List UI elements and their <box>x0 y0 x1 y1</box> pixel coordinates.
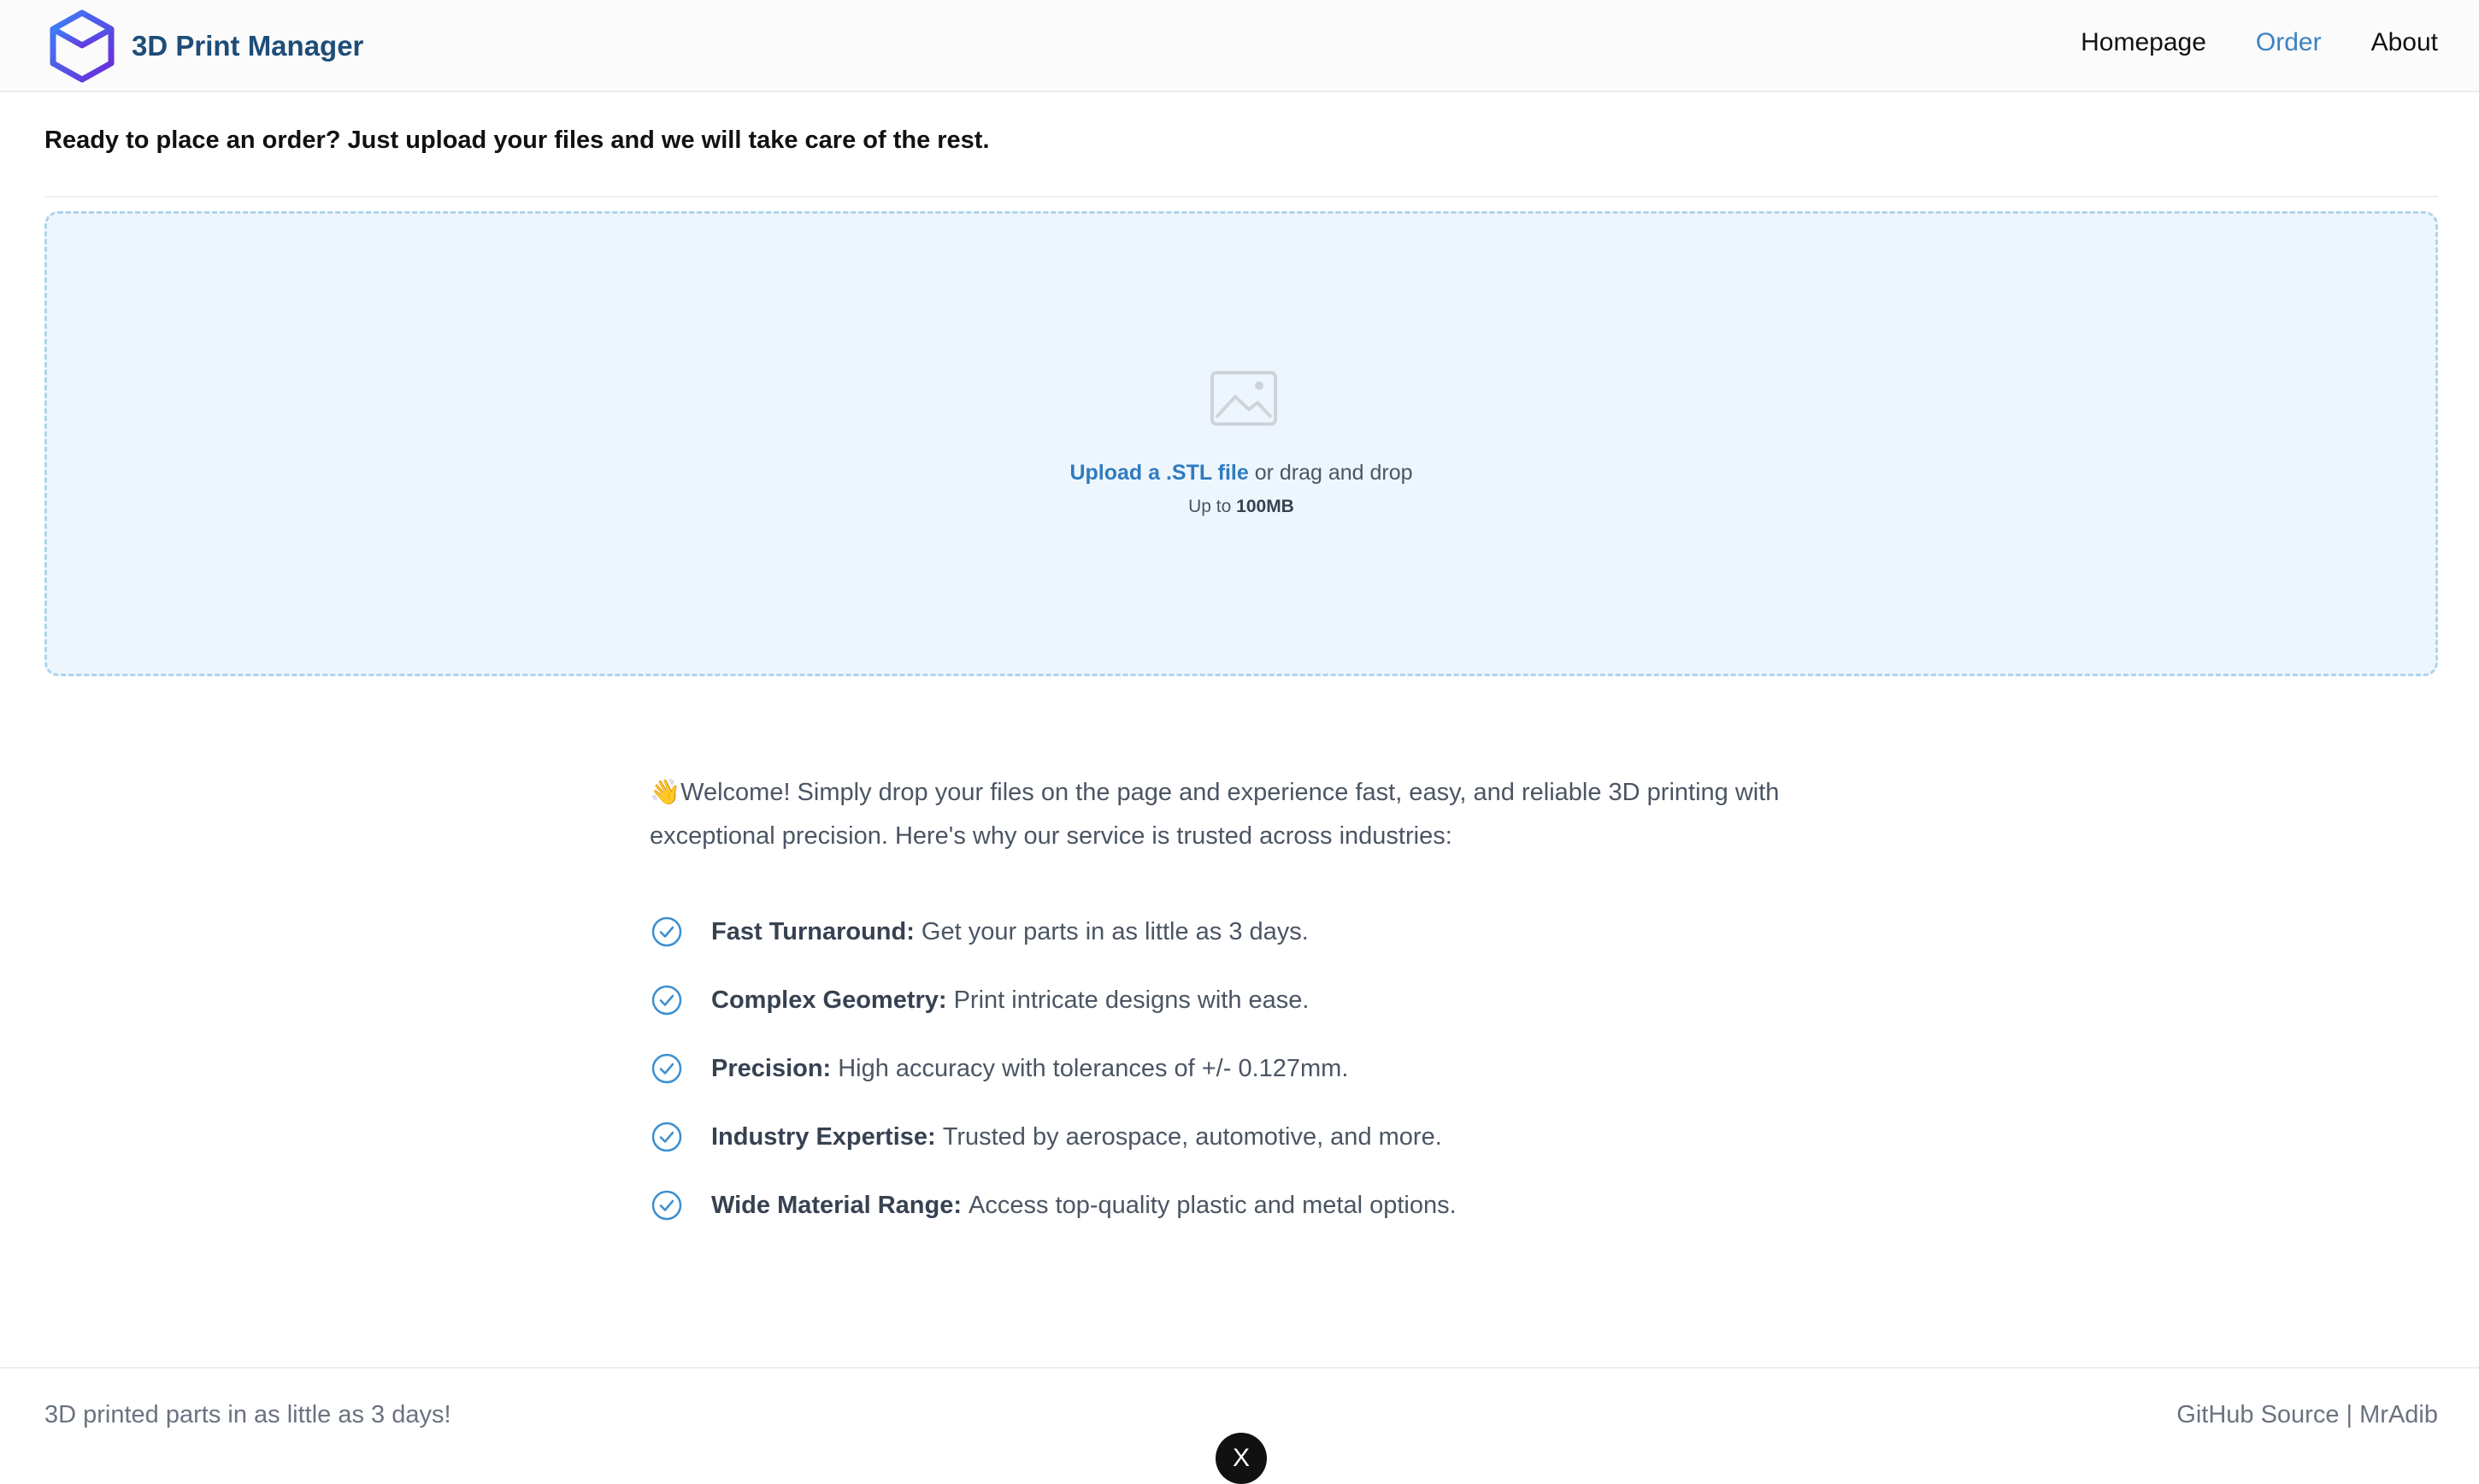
feature-title: Wide Material Range: <box>711 1191 963 1219</box>
feature-list: Fast Turnaround: Get your parts in as lit… <box>650 898 1846 1240</box>
github-source-link[interactable]: GitHub Source <box>2176 1401 2339 1428</box>
feature-title: Complex Geometry: <box>711 986 947 1014</box>
nav-about[interactable]: About <box>2371 28 2438 57</box>
check-circle-icon <box>651 985 682 1016</box>
limit-value: 100MB <box>1236 497 1294 516</box>
waving-hand-emoji: 👋 <box>650 779 681 806</box>
footer: 3D printed parts in as little as 3 days!… <box>0 1367 2479 1484</box>
upload-instructions: Upload a .STL file or drag and drop <box>47 461 2435 486</box>
welcome-text: Welcome! Simply drop your files on the p… <box>650 779 1780 850</box>
order-intro-text: Ready to place an order? Just upload you… <box>44 127 990 154</box>
check-circle-icon <box>651 1053 682 1084</box>
divider <box>44 196 2438 197</box>
feature-title: Industry Expertise: <box>711 1122 936 1151</box>
brand[interactable]: 3D Print Manager <box>50 5 363 87</box>
check-circle-icon <box>651 1122 682 1152</box>
footer-tagline: 3D printed parts in as little as 3 days! <box>44 1401 451 1428</box>
welcome-message: 👋Welcome! Simply drop your files on the … <box>650 771 1846 858</box>
feature-description: Access top-quality plastic and metal opt… <box>969 1191 1457 1219</box>
list-item: Precision: High accuracy with tolerances … <box>650 1034 1846 1103</box>
limit-prefix: Up to <box>1188 497 1237 516</box>
feature-description: High accuracy with tolerances of +/- 0.1… <box>838 1054 1349 1082</box>
brand-name: 3D Print Manager <box>132 30 364 62</box>
feature-description: Get your parts in as little as 3 days. <box>921 917 1309 945</box>
check-circle-icon <box>651 916 682 947</box>
list-item: Complex Geometry: Print intricate designs… <box>650 966 1846 1034</box>
upload-size-limit: Up to 100MB <box>47 497 2435 517</box>
image-icon <box>1210 371 1277 426</box>
stl-upload-dropzone[interactable]: Upload a .STL file or drag and drop Up t… <box>44 211 2438 676</box>
cube-logo-icon <box>50 9 115 83</box>
check-circle-icon <box>651 1190 682 1221</box>
nav-homepage[interactable]: Homepage <box>2081 28 2206 57</box>
list-item: Wide Material Range: Access top-quality p… <box>650 1171 1846 1240</box>
top-navbar: 3D Print Manager Homepage Order About <box>0 0 2479 92</box>
feature-title: Fast Turnaround: <box>711 917 915 945</box>
footer-separator: | <box>2346 1401 2353 1428</box>
main-nav: Homepage Order About <box>2031 0 2438 85</box>
feature-description: Trusted by aerospace, automotive, and mo… <box>942 1122 1442 1151</box>
upload-stl-link[interactable]: Upload a .STL file <box>1069 461 1248 485</box>
feature-description: Print intricate designs with ease. <box>953 986 1310 1014</box>
footer-links: GitHub Source | MrAdib <box>2176 1401 2438 1429</box>
drag-drop-text: or drag and drop <box>1248 461 1413 485</box>
x-social-button[interactable]: X <box>1216 1433 1267 1484</box>
author-link[interactable]: MrAdib <box>2359 1401 2438 1428</box>
nav-order[interactable]: Order <box>2256 28 2322 57</box>
list-item: Industry Expertise: Trusted by aerospace,… <box>650 1103 1846 1171</box>
list-item: Fast Turnaround: Get your parts in as lit… <box>650 898 1846 966</box>
feature-title: Precision: <box>711 1054 832 1082</box>
